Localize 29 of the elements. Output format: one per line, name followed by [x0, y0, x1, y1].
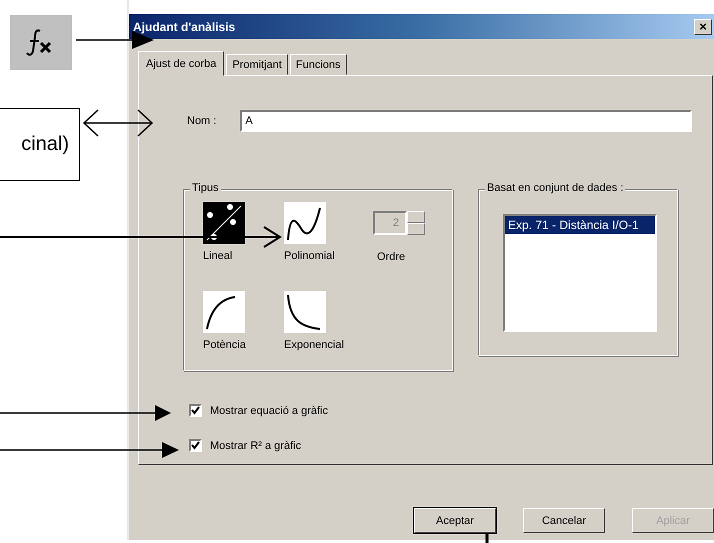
type-label: Exponencial [284, 339, 344, 351]
tab[interactable]: Ajust de corba [138, 51, 224, 76]
double-arrow [82, 108, 154, 138]
option-label: Mostrar equació a gràfic [210, 404, 328, 416]
function-icon [10, 15, 72, 70]
tab[interactable]: Promitjant [226, 54, 288, 75]
group-title: Tipus [190, 182, 220, 194]
dialog-button[interactable]: Cancelar [523, 508, 605, 533]
tab[interactable]: Funcions [290, 54, 346, 75]
type-label: Polinomial [284, 250, 335, 262]
leader-line [485, 533, 489, 543]
group-title: Basat en conjunt de dades : [485, 182, 626, 194]
name-field[interactable]: A [240, 110, 692, 132]
checkbox[interactable] [189, 404, 202, 417]
curve-icon[interactable] [284, 291, 326, 333]
dataset-list[interactable]: Exp. 71 - Distància I/O-1 [503, 214, 657, 332]
dialog-button[interactable]: Aceptar [414, 508, 496, 533]
dataset-item[interactable]: Exp. 71 - Distància I/O-1 [505, 216, 655, 234]
window-title: Ajudant d'anàlisis [133, 20, 236, 34]
option-label: Mostrar R² a gràfic [210, 440, 302, 452]
checkbox[interactable] [189, 439, 202, 452]
name-label: Nom : [187, 115, 216, 127]
close-button[interactable]: × [694, 18, 712, 34]
curve-icon[interactable] [284, 202, 326, 244]
curve-icon[interactable] [203, 291, 245, 333]
callout-text: cinal) [21, 133, 69, 156]
type-label: Lineal [203, 250, 232, 262]
order-label: Ordre [377, 251, 406, 263]
type-label: Potència [203, 339, 246, 351]
